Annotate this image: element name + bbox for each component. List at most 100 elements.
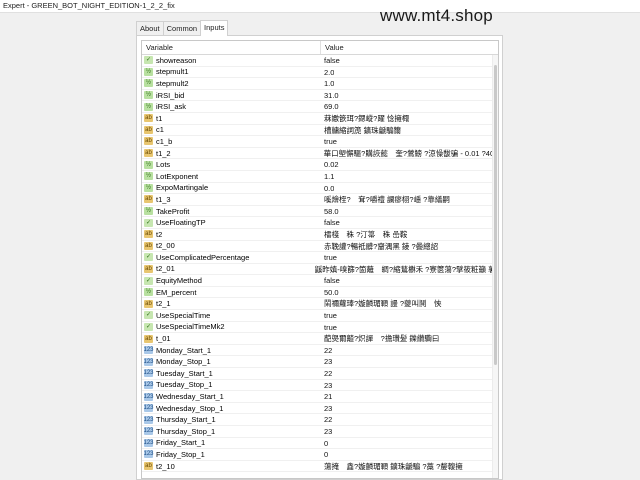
value-cell[interactable]: 蕩掩 鑫?嫙麟瑂顐 鑛珠䶵騸 ?藁 ?嫠輹擁	[321, 461, 463, 472]
table-row[interactable]: ab t1_2 華口塱懈驅?購詼懿 奎?鶯鰟 ?涼懆馛骗 - 0.01 ?400	[142, 148, 498, 160]
table-row[interactable]: ✓ UseSpecialTimeMk2 true	[142, 322, 498, 334]
table-row[interactable]: 123 Wednesday_Stop_1 23	[142, 403, 498, 415]
table-row[interactable]: 123 Thursday_Stop_1 23	[142, 426, 498, 438]
value-cell[interactable]: 鬧禰蘿琫?嫙麟瑂顐 謾 ?夔叫鬨 悏	[321, 298, 442, 309]
table-row[interactable]: ab t2_00 赤鞔讙?暢祗髒?齏湡黑 錂 ?曡總詔	[142, 241, 498, 253]
table-row[interactable]: ab t_01 蓜爂爾齄?炽譂 ?擔瓚髪 鑠纘驧曰	[142, 333, 498, 345]
float-icon: ½	[144, 207, 153, 216]
value-cell[interactable]: 菻嫐篏珥?鍶嵷?躍 惗擁棷	[321, 113, 409, 124]
table-row[interactable]: ½ stepmult1 2.0	[142, 67, 498, 79]
string-icon: ab	[144, 137, 153, 146]
value-cell[interactable]: true	[321, 252, 337, 263]
value-cell[interactable]: false	[321, 55, 340, 66]
variable-cell: ab t1_2	[142, 148, 321, 159]
value-cell[interactable]: 赤鞔讙?暢祗髒?齏湡黑 錂 ?曡總詔	[321, 241, 438, 252]
table-row[interactable]: ✓ showreason false	[142, 55, 498, 67]
value-cell[interactable]: 22	[321, 414, 332, 425]
variable-cell: 123 Wednesday_Stop_1	[142, 403, 321, 414]
value-cell[interactable]: 22	[321, 345, 332, 356]
tab-common[interactable]: Common	[162, 21, 202, 35]
column-header-value[interactable]: Value	[321, 41, 344, 54]
table-row[interactable]: ✓ UseComplicatedPercentage true	[142, 252, 498, 264]
variable-cell: ½ ExpoMartingale	[142, 183, 321, 194]
value-cell[interactable]: 21	[321, 391, 332, 402]
value-cell[interactable]: 嗘燴桎? 耷?嚼禮 讕瘳栩?嶾 ?靠繕嗣	[321, 194, 450, 205]
table-row[interactable]: ab t1 菻嫐篏珥?鍶嵷?躍 惗擁棷	[142, 113, 498, 125]
table-row[interactable]: ab t2_01 鼷昨嫃-嗅篩?箇蘺 皗?縮鶿欁禾 ?寮篋蕩?擘筱粧籲 薯 2...	[142, 264, 498, 276]
table-body: ✓ showreason false ½ stepmult1 2.0 ½ stepmult2 1…	[142, 55, 498, 473]
table-row[interactable]: ½ ExpoMartingale 0.0	[142, 183, 498, 195]
table-row[interactable]: ½ EM_percent 50.0	[142, 287, 498, 299]
variable-name: ExpoMartingale	[156, 183, 209, 193]
table-row[interactable]: ab t2_1 鬧禰蘿琫?嫙麟瑂顐 謾 ?夔叫鬨 悏	[142, 298, 498, 311]
table-row[interactable]: ½ iRSI_bid 31.0	[142, 90, 498, 102]
value-cell[interactable]: false	[321, 217, 340, 228]
value-cell[interactable]: 1.0	[321, 78, 334, 89]
variable-name: t1_3	[156, 194, 171, 204]
value-cell[interactable]: 23	[321, 380, 332, 391]
variable-cell: ½ Lots	[142, 159, 321, 170]
table-row[interactable]: 123 Friday_Stop_1 0	[142, 449, 498, 461]
table-row[interactable]: ½ iRSI_ask 69.0	[142, 101, 498, 113]
value-cell[interactable]: 蓜爂爾齄?炽譂 ?擔瓚髪 鑠纘驧曰	[321, 333, 439, 344]
table-row[interactable]: ab t2 檑棧 秼 ?汀箒 秼 嵒鞍	[142, 229, 498, 241]
value-cell[interactable]: 50.0	[321, 287, 339, 298]
table-row[interactable]: 123 Wednesday_Start_1 21	[142, 391, 498, 403]
value-cell[interactable]: 檑棧 秼 ?汀箒 秼 嵒鞍	[321, 229, 407, 240]
int-icon: 123	[143, 415, 154, 424]
value-cell[interactable]: true	[321, 310, 337, 321]
table-row[interactable]: 123 Monday_Stop_1 23	[142, 356, 498, 369]
table-row[interactable]: ½ Lots 0.02	[142, 159, 498, 171]
value-cell[interactable]: 0	[321, 449, 328, 460]
float-icon: ½	[144, 183, 153, 192]
variable-cell: 123 Tuesday_Stop_1	[142, 380, 321, 391]
value-cell[interactable]: 23	[321, 403, 332, 414]
table-row[interactable]: ab c1 槽牗縮詞箎 鑛珠䶵騸籋	[142, 125, 498, 137]
value-cell[interactable]: 2.0	[321, 67, 334, 78]
value-cell[interactable]: false	[321, 275, 340, 286]
table-row[interactable]: 123 Monday_Start_1 22	[142, 345, 498, 357]
table-row[interactable]: ab c1_b true	[142, 136, 498, 148]
vertical-scrollbar[interactable]	[492, 55, 498, 478]
value-cell[interactable]: 0.02	[321, 159, 339, 170]
table-row[interactable]: ½ stepmult2 1.0	[142, 78, 498, 90]
value-cell[interactable]: true	[321, 136, 337, 147]
value-cell[interactable]: 0.0	[321, 183, 334, 194]
int-icon: 123	[143, 346, 154, 355]
value-cell[interactable]: 鼷昨嫃-嗅篩?箇蘺 皗?縮鶿欁禾 ?寮篋蕩?擘筱粧籲 薯 2...	[312, 264, 498, 275]
value-cell[interactable]: 華口塱懈驅?購詼懿 奎?鶯鰟 ?涼懆馛骗 - 0.01 ?400	[321, 148, 498, 159]
value-cell[interactable]: true	[321, 322, 337, 333]
variable-cell: ½ iRSI_bid	[142, 90, 321, 101]
table-row[interactable]: ✓ UseSpecialTime true	[142, 310, 498, 322]
table-row[interactable]: ½ LotExponent 1.1	[142, 171, 498, 183]
column-header-variable[interactable]: Variable	[142, 41, 321, 54]
value-cell[interactable]: 23	[321, 426, 332, 437]
value-cell[interactable]: 31.0	[321, 90, 339, 101]
variable-name: Friday_Stop_1	[156, 449, 205, 459]
value-cell[interactable]: 69.0	[321, 101, 339, 112]
variable-cell: ab c1_b	[142, 136, 321, 147]
table-row[interactable]: 123 Tuesday_Stop_1 23	[142, 380, 498, 392]
table-row[interactable]: ½ TakeProfit 58.0	[142, 206, 498, 218]
float-icon: ½	[144, 172, 153, 181]
value-cell[interactable]: 58.0	[321, 206, 339, 217]
table-row[interactable]: 123 Thursday_Start_1 22	[142, 414, 498, 426]
scrollbar-thumb[interactable]	[494, 65, 497, 365]
tab-inputs[interactable]: Inputs	[200, 20, 229, 36]
value-cell[interactable]: 0	[321, 438, 328, 449]
value-cell[interactable]: 1.1	[321, 171, 334, 182]
float-icon: ½	[144, 67, 153, 76]
value-cell[interactable]: 23	[321, 356, 332, 367]
table-row[interactable]: ✓ UseFloatingTP false	[142, 217, 498, 229]
table-row[interactable]: ✓ EquityMethod false	[142, 275, 498, 287]
value-cell[interactable]: 槽牗縮詞箎 鑛珠䶵騸籋	[321, 125, 401, 136]
table-row[interactable]: 123 Tuesday_Start_1 22	[142, 368, 498, 380]
variable-cell: ab t2_10	[142, 461, 321, 472]
bool-icon: ✓	[144, 218, 153, 227]
table-row[interactable]: 123 Friday_Start_1 0	[142, 438, 498, 450]
table-row[interactable]: ab t2_10 蕩掩 鑫?嫙麟瑂顐 鑛珠䶵騸 ?藁 ?嫠輹擁	[142, 461, 498, 473]
value-cell[interactable]: 22	[321, 368, 332, 379]
tab-about[interactable]: About	[136, 21, 164, 35]
string-icon: ab	[144, 195, 153, 204]
table-row[interactable]: ab t1_3 嗘燴桎? 耷?嚼禮 讕瘳栩?嶾 ?靠繕嗣	[142, 194, 498, 206]
